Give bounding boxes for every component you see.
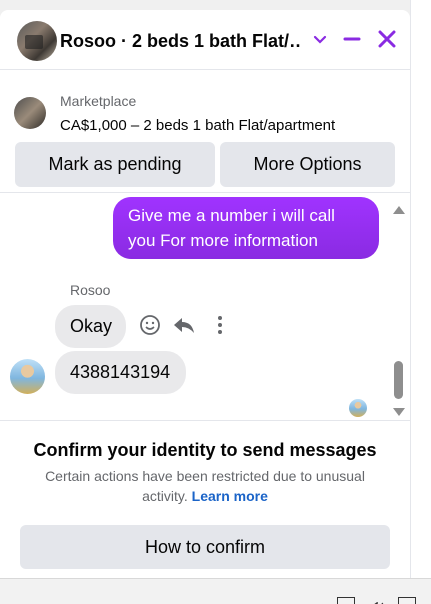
avatar[interactable] (17, 21, 57, 61)
taskbar (0, 578, 431, 604)
scroll-down-arrow-icon[interactable] (393, 408, 405, 416)
more-icon[interactable] (208, 313, 232, 337)
how-to-confirm-button[interactable]: How to confirm (20, 525, 390, 569)
marketplace-label: Marketplace (60, 93, 137, 109)
mark-as-pending-button[interactable]: Mark as pending (15, 142, 215, 187)
listing-thumbnail[interactable] (14, 97, 46, 129)
tray-icon[interactable] (337, 597, 355, 604)
identity-confirm-panel: Confirm your identity to send messages C… (0, 420, 410, 578)
learn-more-link[interactable]: Learn more (192, 488, 268, 504)
confirm-title: Confirm your identity to send messages (33, 440, 377, 460)
confirm-description: Certain actions have been restricted due… (30, 466, 380, 506)
scroll-thumb[interactable] (394, 361, 403, 399)
incoming-message[interactable]: 4388143194 (55, 351, 186, 394)
sender-avatar[interactable] (10, 359, 45, 394)
message-list: Give me a number i will call you For mor… (0, 192, 410, 420)
chat-window: Rosoo · 2 beds 1 bath Flat/… Marketplace… (0, 10, 410, 578)
chat-header[interactable]: Rosoo · 2 beds 1 bath Flat/… (0, 10, 410, 70)
battery-icon[interactable] (398, 597, 416, 604)
more-options-button[interactable]: More Options (220, 142, 395, 187)
listing-title[interactable]: CA$1,000 – 2 beds 1 bath Flat/apartment (60, 117, 335, 134)
chevron-down-icon[interactable] (310, 28, 330, 50)
background-panel (410, 0, 431, 578)
outgoing-message[interactable]: Give me a number i will call you For mor… (113, 197, 379, 259)
scrollbar[interactable] (390, 201, 406, 421)
speaker-icon[interactable] (368, 597, 386, 604)
seen-avatar (349, 399, 367, 417)
incoming-message[interactable]: Okay (55, 305, 126, 348)
sender-name: Rosoo (70, 282, 111, 298)
emoji-icon[interactable] (138, 313, 162, 337)
reply-icon[interactable] (172, 313, 196, 337)
scroll-up-arrow-icon[interactable] (393, 206, 405, 214)
marketplace-listing: Marketplace CA$1,000 – 2 beds 1 bath Fla… (0, 80, 410, 192)
minimize-icon[interactable] (342, 28, 362, 50)
chat-title[interactable]: Rosoo · 2 beds 1 bath Flat/… (60, 31, 302, 52)
close-icon[interactable] (376, 28, 398, 50)
